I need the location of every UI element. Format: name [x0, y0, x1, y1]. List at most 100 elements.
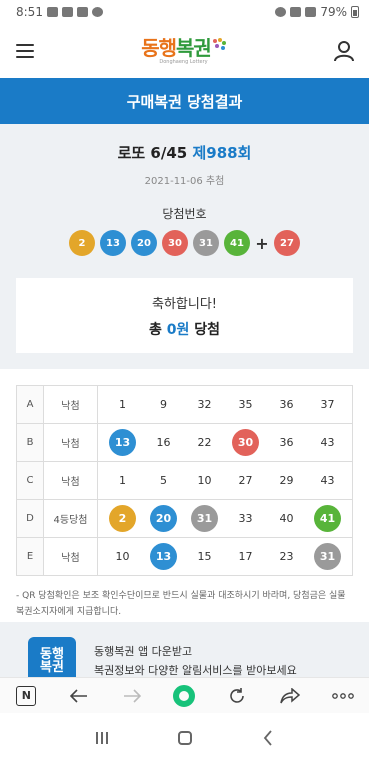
- game-slot: B: [16, 423, 44, 462]
- status-left: 8:51: [16, 5, 103, 19]
- game-slot: E: [16, 537, 44, 576]
- status-time: 8:51: [16, 5, 43, 19]
- logo-text-b: 복권: [176, 35, 212, 60]
- reload-icon[interactable]: [222, 681, 252, 711]
- logo-subtitle: Donghaeng Lottery: [159, 58, 208, 65]
- game-slot: D: [16, 499, 44, 538]
- matched-number: 31: [191, 505, 218, 532]
- notification-icon: [46, 7, 58, 17]
- promo-text: 동행복권 앱 다운받고 복권정보와 다양한 알림서비스를 받아보세요: [94, 642, 297, 677]
- game-status: 낙첨: [43, 537, 98, 576]
- game-number: 15: [197, 550, 212, 563]
- promo-line-2: 복권정보와 다양한 알림서비스를 받아보세요: [94, 664, 297, 677]
- logo-burst-icon: [212, 37, 226, 50]
- app-logo[interactable]: 동행 복권 Donghaeng Lottery: [141, 35, 226, 65]
- back-icon[interactable]: [64, 681, 94, 711]
- game-row: E 낙첨 10 13 15 17 23 31: [16, 537, 353, 576]
- matched-number: 13: [109, 429, 136, 456]
- wifi-icon: [290, 7, 302, 17]
- matched-number: 20: [150, 505, 177, 532]
- game-number: 33: [238, 512, 253, 525]
- plus-sign: +: [255, 233, 269, 253]
- game-status: 낙첨: [43, 423, 98, 462]
- game-number: 10: [115, 550, 130, 563]
- matched-number: 41: [314, 505, 341, 532]
- bonus-ball: 27: [274, 230, 300, 256]
- win-ball: 41: [224, 230, 250, 256]
- game-status: 낙첨: [43, 385, 98, 424]
- game-number: 22: [197, 436, 212, 449]
- game-number: 37: [320, 398, 335, 411]
- game-number: 29: [279, 474, 294, 487]
- game-number: 43: [320, 436, 335, 449]
- result-section: 로또 6/45 제988회 2021-11-06 추첨 당첨번호 2 13 20…: [0, 124, 369, 369]
- total-prize: 총 0원 당첨: [149, 319, 220, 339]
- matched-number: 13: [150, 543, 177, 570]
- win-ball: 30: [162, 230, 188, 256]
- game-row: B 낙첨 13 16 22 30 36 43: [16, 423, 353, 462]
- logo-text-a: 동행: [141, 35, 177, 60]
- game-numbers: 13 16 22 30 36 43: [97, 423, 353, 462]
- win-ball: 2: [69, 230, 95, 256]
- game-number: 43: [320, 474, 335, 487]
- game-row: D 4등당첨 2 20 31 33 40 41: [16, 499, 353, 538]
- game-number: 36: [279, 436, 294, 449]
- game-slot: A: [16, 385, 44, 424]
- system-nav-bar: [0, 716, 369, 760]
- app-promo-banner[interactable]: 동행 복권 동행복권 앱 다운받고 복권정보와 다양한 알림서비스를 받아보세요: [0, 622, 369, 677]
- win-ball: 31: [193, 230, 219, 256]
- game-number: 5: [160, 474, 167, 487]
- game-number: 9: [160, 398, 167, 411]
- battery-icon: [351, 6, 359, 18]
- round-title: 로또 6/45 제988회: [16, 142, 353, 163]
- back-nav-icon[interactable]: [253, 723, 283, 753]
- matched-number: 30: [232, 429, 259, 456]
- game-numbers: 10 13 15 17 23 31: [97, 537, 353, 576]
- games-table: A 낙첨 1 9 32 35 36 37 B 낙첨 13 16 22 30 36 43 C 낙첨 1 5 10 27 29 4…: [16, 385, 353, 576]
- game-status: 4등당첨: [43, 499, 98, 538]
- user-icon[interactable]: [333, 40, 355, 62]
- matched-number: 2: [109, 505, 136, 532]
- game-number: 23: [279, 550, 294, 563]
- total-prefix: 총: [148, 321, 162, 338]
- game-number: 17: [238, 550, 253, 563]
- alarm-icon: [275, 7, 287, 17]
- game-numbers: 2 20 31 33 40 41: [97, 499, 353, 538]
- game-numbers: 1 9 32 35 36 37: [97, 385, 353, 424]
- game-row: A 낙첨 1 9 32 35 36 37: [16, 385, 353, 424]
- congrats-text: 축하합니다!: [151, 296, 217, 312]
- menu-icon[interactable]: [16, 44, 34, 58]
- bag-icon: [76, 7, 88, 17]
- page-title-bar: 구매복권 당첨결과: [0, 78, 369, 124]
- game-name: 로또 6/45: [117, 144, 188, 162]
- more-icon[interactable]: [328, 681, 358, 711]
- total-suffix: 당첨: [194, 321, 221, 338]
- win-numbers-label: 당첨번호: [162, 207, 207, 221]
- chat-icon: [91, 7, 103, 17]
- win-ball: 13: [100, 230, 126, 256]
- game-number: 10: [197, 474, 212, 487]
- battery-percent: 79%: [320, 5, 347, 19]
- home-icon[interactable]: [170, 723, 200, 753]
- status-right: 79%: [275, 5, 359, 19]
- game-slot: C: [16, 461, 44, 500]
- app-icon: 동행 복권: [28, 637, 76, 677]
- tabs-icon[interactable]: N: [11, 681, 41, 711]
- recents-icon[interactable]: [87, 723, 117, 753]
- game-number: 40: [279, 512, 294, 525]
- games-section: A 낙첨 1 9 32 35 36 37 B 낙첨 13 16 22 30 36 43 C 낙첨 1 5 10 27 29 4…: [0, 369, 369, 576]
- total-amount: 0원: [166, 321, 190, 338]
- share-icon[interactable]: [275, 681, 305, 711]
- win-numbers: 2 13 20 30 31 41 + 27: [16, 230, 353, 256]
- page-title: 구매복권 당첨결과: [126, 92, 243, 111]
- signal-icon: [305, 7, 317, 17]
- win-ball: 20: [131, 230, 157, 256]
- round-number: 제988회: [192, 144, 252, 162]
- forward-icon[interactable]: [117, 681, 147, 711]
- home-ring-icon[interactable]: [169, 681, 199, 711]
- tabs-label: N: [16, 685, 37, 706]
- game-numbers: 1 5 10 27 29 43: [97, 461, 353, 500]
- status-bar: 8:51 79%: [0, 0, 369, 24]
- qr-notice: - QR 당첨확인은 보조 확인수단이므로 반드시 실물과 대조하시기 바라며,…: [16, 591, 346, 617]
- app-header: 동행 복권 Donghaeng Lottery: [0, 24, 369, 78]
